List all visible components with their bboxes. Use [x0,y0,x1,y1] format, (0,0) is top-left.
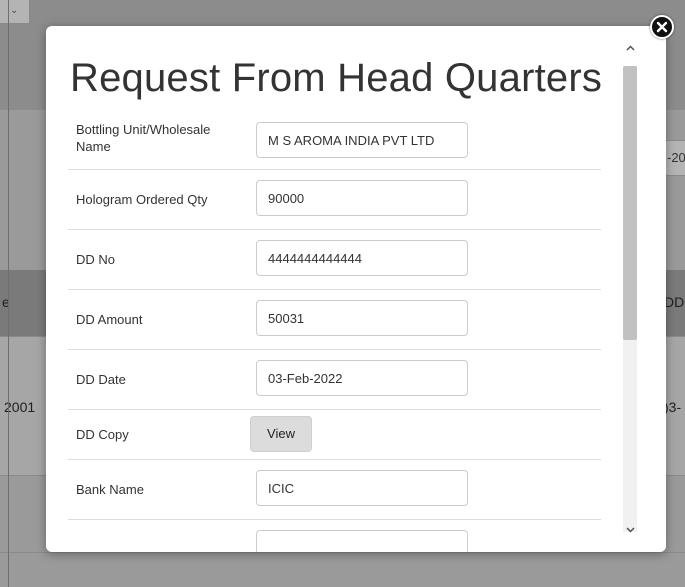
hologram-qty-label: Hologram Ordered Qty [76,192,208,207]
background-dropdown: ⌄ [0,0,30,24]
dd-amount-field[interactable] [256,300,468,336]
modal-scrollbar[interactable] [620,36,640,542]
bottling-unit-label: Bottling Unit/Wholesale Name [76,122,211,154]
next-field[interactable] [256,530,468,552]
form-row-dd-no: DD No [68,230,601,290]
form-row-next [68,520,601,552]
form-row-bank-name: Bank Name [68,460,601,520]
background-date-text: -20 [667,150,685,165]
form-row-bottling-unit: Bottling Unit/Wholesale Name [68,110,601,170]
dd-copy-label: DD Copy [76,427,129,442]
chevron-down-icon[interactable] [622,523,638,537]
view-dd-copy-button[interactable]: View [250,416,312,452]
form-row-dd-copy: DD Copy View [68,410,601,460]
chevron-down-icon: ⌄ [10,5,19,16]
modal-body: Request From Head Quarters Bottling Unit… [46,26,626,552]
form-row-hologram-qty: Hologram Ordered Qty [68,170,601,230]
dd-no-label: DD No [76,252,116,267]
bottling-unit-field[interactable] [256,122,468,158]
request-modal: Request From Head Quarters Bottling Unit… [46,26,666,552]
chevron-up-icon[interactable] [622,41,638,55]
modal-title: Request From Head Quarters [70,56,603,100]
background-row-cell-right: )3- [664,399,682,415]
bank-name-field[interactable] [256,470,468,506]
background-divider [8,0,9,587]
form-row-dd-date: DD Date [68,350,601,410]
close-icon [656,21,668,33]
background-header-cell-right: DD [664,294,685,310]
bank-name-label: Bank Name [76,482,144,497]
form-row-dd-amount: DD Amount [68,290,601,350]
dd-date-field[interactable] [256,360,468,396]
close-modal-button[interactable] [650,15,674,39]
dd-no-field[interactable] [256,240,468,276]
background-footer [0,552,685,587]
dd-amount-label: DD Amount [76,312,143,327]
hologram-qty-field[interactable] [256,180,468,216]
dd-date-label: DD Date [76,372,126,387]
scroll-thumb[interactable] [623,66,637,340]
